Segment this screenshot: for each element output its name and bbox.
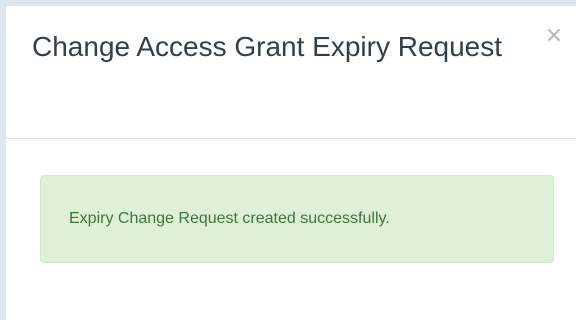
modal-title: Change Access Grant Expiry Request [32, 31, 503, 62]
modal-dialog: Change Access Grant Expiry Request × Exp… [6, 6, 576, 320]
close-button[interactable]: × [542, 24, 566, 48]
success-alert: Expiry Change Request created successful… [40, 175, 554, 263]
modal-body: Expiry Change Request created successful… [6, 139, 576, 320]
success-message: Expiry Change Request created successful… [69, 210, 390, 227]
modal-header: Change Access Grant Expiry Request × [6, 6, 576, 139]
